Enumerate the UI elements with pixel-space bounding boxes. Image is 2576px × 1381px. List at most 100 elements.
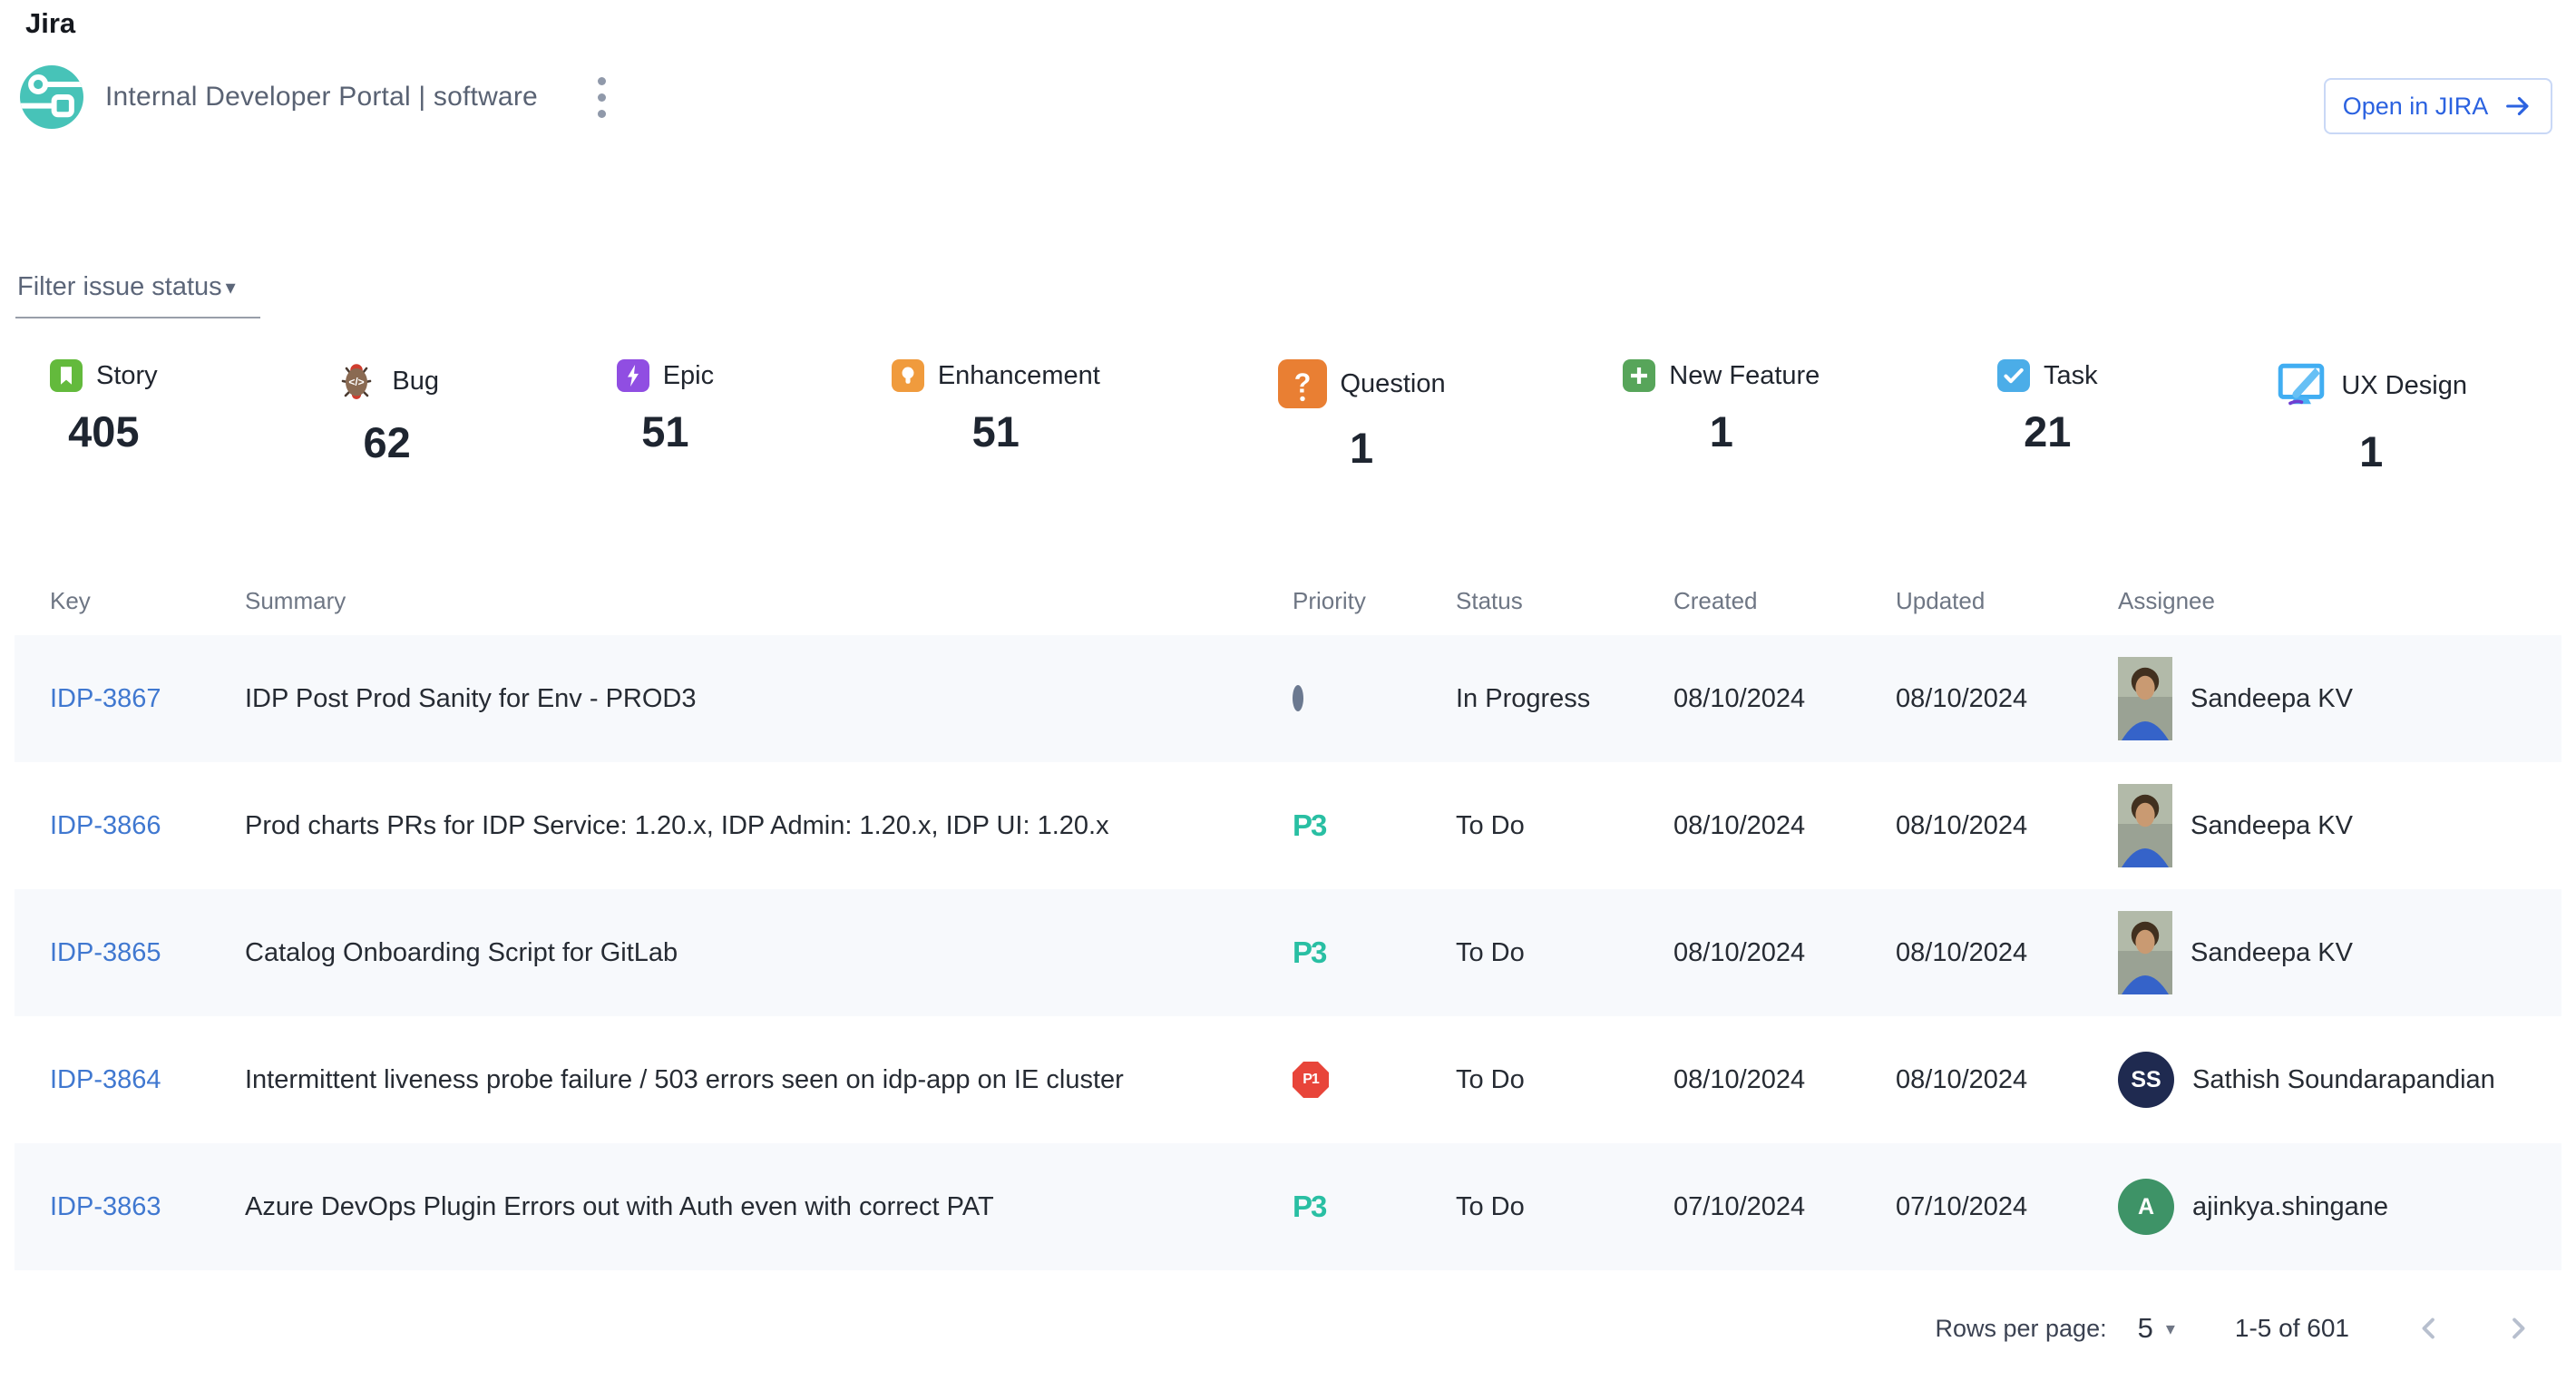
assignee-name: Sandeepa KV — [2191, 684, 2353, 714]
entity-name: Internal Developer Portal | software — [105, 82, 538, 113]
svg-text:?: ? — [1293, 368, 1311, 398]
issue-type-card: Story 405 — [50, 359, 158, 476]
issue-type-count: 1 — [2359, 426, 2383, 476]
issue-updated-date: 08/10/2024 — [1896, 1065, 2118, 1095]
issue-updated-date: 08/10/2024 — [1896, 811, 2118, 841]
issue-updated-date: 07/10/2024 — [1896, 1192, 2118, 1222]
column-header-key: Key — [50, 587, 245, 615]
issue-type-label: Enhancement — [938, 361, 1100, 391]
entity-header: Internal Developer Portal | software — [20, 65, 615, 129]
filter-issue-status-select[interactable]: Filter issue status ▾ — [15, 269, 260, 318]
priority-none-icon — [1293, 685, 1303, 711]
question-icon: ? — [1278, 359, 1327, 408]
new-feature-icon — [1623, 359, 1655, 392]
chevron-down-icon: ▾ — [226, 276, 236, 299]
issues-table: Key Summary Priority Status Created Upda… — [15, 567, 2561, 1270]
issue-status: To Do — [1456, 938, 1673, 968]
pagination-range: 1-5 of 601 — [2235, 1314, 2349, 1343]
issue-status: To Do — [1456, 1192, 1673, 1222]
issue-type-label: New Feature — [1669, 361, 1820, 391]
issue-type-count: 1 — [1350, 423, 1373, 473]
chevron-down-icon: ▾ — [2166, 1317, 2175, 1340]
arrow-right-icon — [2503, 91, 2533, 122]
story-icon — [50, 359, 83, 392]
priority-p3-icon: P3 — [1293, 1190, 1325, 1223]
avatar — [2118, 911, 2172, 994]
issue-type-label: UX Design — [2341, 371, 2467, 401]
issue-type-count: 405 — [68, 406, 139, 456]
rows-per-page-value: 5 — [2138, 1312, 2153, 1345]
assignee-name: Sandeepa KV — [2191, 811, 2353, 841]
open-in-jira-button[interactable]: Open in JIRA — [2324, 78, 2552, 134]
priority-p3-icon: P3 — [1293, 808, 1325, 842]
issue-updated-date: 08/10/2024 — [1896, 684, 2118, 714]
open-in-jira-label: Open in JIRA — [2343, 93, 2489, 121]
column-header-assignee: Assignee — [2118, 587, 2561, 615]
column-header-summary: Summary — [245, 587, 1293, 615]
assignee-name: Sathish Soundarapandian — [2192, 1065, 2495, 1095]
issue-summary: IDP Post Prod Sanity for Env - PROD3 — [245, 684, 1293, 714]
issue-created-date: 08/10/2024 — [1673, 811, 1896, 841]
priority-p1-icon: P1 — [1293, 1062, 1329, 1098]
issue-type-count: 21 — [2024, 406, 2071, 456]
issue-type-counters: Story 405 </> Bug 62 Epic 51 Enhancement… — [50, 359, 2467, 476]
table-row: IDP-3863 Azure DevOps Plugin Errors out … — [15, 1143, 2561, 1270]
issue-key-link[interactable]: IDP-3865 — [50, 938, 161, 967]
issue-status: To Do — [1456, 1065, 1673, 1095]
issue-created-date: 07/10/2024 — [1673, 1192, 1896, 1222]
issue-type-label: Task — [2044, 361, 2098, 391]
issue-created-date: 08/10/2024 — [1673, 1065, 1896, 1095]
kebab-menu-icon[interactable] — [589, 68, 615, 127]
avatar: SS — [2118, 1052, 2174, 1108]
table-row: IDP-3866 Prod charts PRs for IDP Service… — [15, 762, 2561, 889]
table-row: IDP-3865 Catalog Onboarding Script for G… — [15, 889, 2561, 1016]
issue-created-date: 08/10/2024 — [1673, 938, 1896, 968]
pagination-bar: Rows per page: 5 ▾ 1-5 of 601 — [1935, 1307, 2540, 1350]
issue-summary: Prod charts PRs for IDP Service: 1.20.x,… — [245, 811, 1293, 841]
enhancement-icon — [892, 359, 924, 392]
issue-summary: Catalog Onboarding Script for GitLab — [245, 938, 1293, 968]
bug-icon: </> — [335, 359, 378, 403]
issue-type-card: Enhancement 51 — [892, 359, 1100, 476]
task-icon — [1997, 359, 2030, 392]
issue-type-count: 51 — [972, 406, 1020, 456]
rows-per-page-label: Rows per page: — [1935, 1315, 2106, 1343]
table-header-row: Key Summary Priority Status Created Upda… — [15, 567, 2561, 635]
epic-icon — [617, 359, 649, 392]
issue-key-link[interactable]: IDP-3866 — [50, 811, 161, 840]
issue-key-link[interactable]: IDP-3864 — [50, 1065, 161, 1094]
column-header-created: Created — [1673, 587, 1896, 615]
issue-type-count: 51 — [641, 406, 688, 456]
issue-key-link[interactable]: IDP-3867 — [50, 684, 161, 713]
issue-type-label: Epic — [663, 361, 714, 391]
issue-type-count: 1 — [1710, 406, 1733, 456]
column-header-status: Status — [1456, 587, 1673, 615]
table-row: IDP-3867 IDP Post Prod Sanity for Env - … — [15, 635, 2561, 762]
rows-per-page-select[interactable]: 5 ▾ — [2138, 1312, 2175, 1345]
svg-text:</>: </> — [349, 376, 365, 388]
issue-status: In Progress — [1456, 684, 1673, 714]
issue-type-card: New Feature 1 — [1623, 359, 1820, 476]
issue-status: To Do — [1456, 811, 1673, 841]
next-page-button[interactable] — [2496, 1307, 2540, 1350]
issue-type-card: ? Question 1 — [1278, 359, 1446, 476]
table-body: IDP-3867 IDP Post Prod Sanity for Env - … — [15, 635, 2561, 1270]
issue-type-card: </> Bug 62 — [335, 359, 439, 476]
issue-type-card: Task 21 — [1997, 359, 2098, 476]
avatar — [2118, 657, 2172, 740]
chevron-left-icon — [2412, 1311, 2446, 1346]
issue-type-label: Bug — [392, 367, 439, 397]
ux-design-icon — [2275, 359, 2327, 412]
issue-summary: Intermittent liveness probe failure / 50… — [245, 1065, 1293, 1095]
column-header-updated: Updated — [1896, 587, 2118, 615]
avatar — [2118, 784, 2172, 867]
chevron-right-icon — [2501, 1311, 2535, 1346]
previous-page-button[interactable] — [2407, 1307, 2451, 1350]
assignee-name: ajinkya.shingane — [2192, 1192, 2388, 1222]
table-row: IDP-3864 Intermittent liveness probe fai… — [15, 1016, 2561, 1143]
priority-p3-icon: P3 — [1293, 935, 1325, 969]
entity-logo-icon — [20, 65, 83, 129]
issue-summary: Azure DevOps Plugin Errors out with Auth… — [245, 1192, 1293, 1222]
issue-type-card: Epic 51 — [617, 359, 714, 476]
issue-key-link[interactable]: IDP-3863 — [50, 1192, 161, 1221]
